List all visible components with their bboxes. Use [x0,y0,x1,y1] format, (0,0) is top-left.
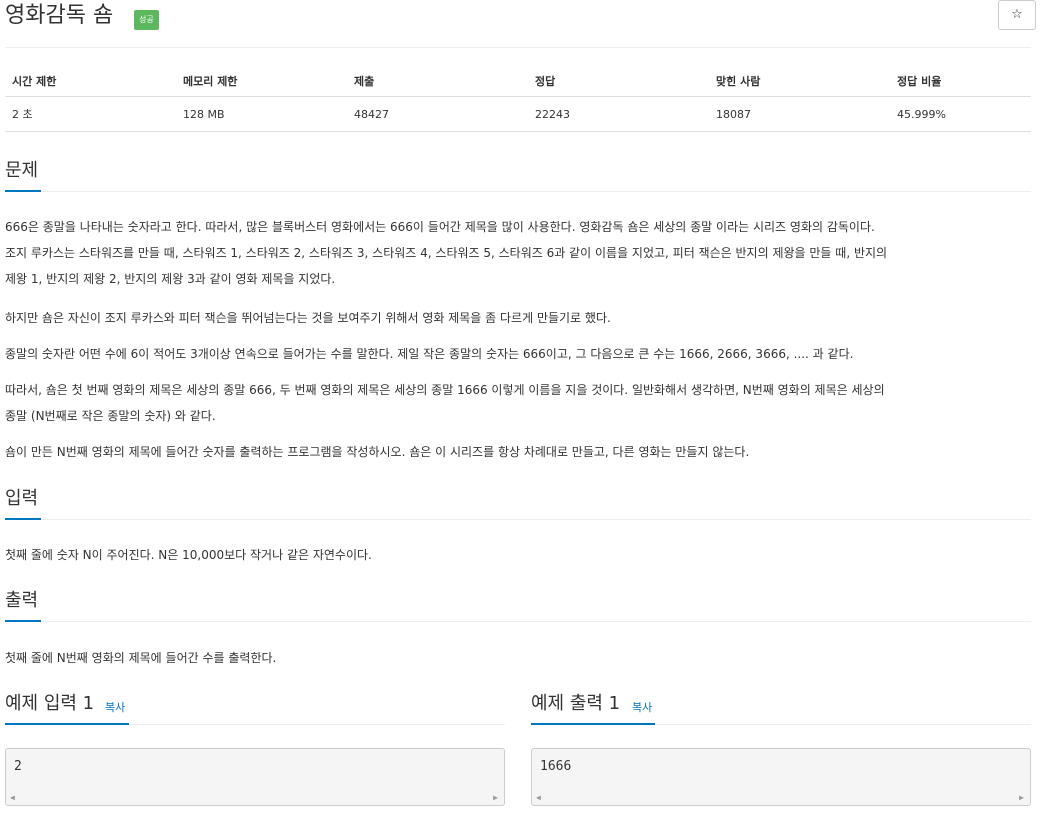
heading-underline [5,190,41,192]
output-heading: 출력 [5,589,1031,622]
memory-limit-value: 128 MB [176,96,347,132]
input-description: 첫째 줄에 숫자 N이 주어진다. N은 10,000보다 작거나 같은 자연수… [5,548,372,562]
horizontal-scrollbar[interactable]: ◀ ▶ [6,790,504,805]
input-heading: 입력 [5,487,1031,520]
col-solvers: 맞힌 사람 [709,66,890,97]
sample-output-section: 예제 출력 1 복사 1666 ◀ ▶ [531,690,1031,806]
accept-ratio-value: 45.999% [890,96,1031,132]
problem-line: 666은 종말을 나타내는 숫자라고 한다. 따라서, 많은 블록버스터 영화에… [5,220,875,234]
scroll-left-icon[interactable]: ◀ [536,793,541,802]
col-submissions: 제출 [347,66,528,97]
problem-line: 따라서, 숌은 첫 번째 영화의 제목은 세상의 종말 666, 두 번째 영화… [5,383,885,397]
horizontal-scrollbar[interactable]: ◀ ▶ [532,790,1030,805]
output-description: 첫째 줄에 N번째 영화의 제목에 들어간 수를 출력한다. [5,651,277,665]
problem-paragraph-5: 숌이 만든 N번째 영화의 제목에 들어간 숫자를 출력하는 프로그램을 작성하… [5,445,750,459]
sample-output-head: 예제 출력 1 복사 [531,690,1031,725]
star-button[interactable]: ☆ [998,0,1036,30]
scroll-left-icon[interactable]: ◀ [10,793,15,802]
problem-page: 영화감독 숌 성공 ☆ 시간 제한 메모리 제한 제출 정답 맞힌 사람 정답 … [5,0,1036,806]
problem-line: 제왕 1, 반지의 제왕 2, 반지의 제왕 3과 같이 영화 제목을 지었다. [5,272,336,286]
info-value-row: 2 초 128 MB 48427 22243 18087 45.999% [5,96,1031,132]
accepted-value: 22243 [528,96,709,132]
title-row: 영화감독 숌 성공 ☆ [5,0,1036,48]
problem-heading-text: 문제 [5,160,39,181]
col-memory-limit: 메모리 제한 [176,66,347,97]
status-badge: 성공 [134,10,159,30]
input-heading-text: 입력 [5,488,39,509]
col-accept-ratio: 정답 비율 [890,66,1031,97]
problem-description: 666은 종말을 나타내는 숫자라고 한다. 따라서, 많은 블록버스터 영화에… [5,214,1035,292]
col-accepted: 정답 [528,66,709,97]
problem-paragraph-2: 하지만 숌은 자신이 조지 루카스와 피터 잭슨을 뛰어넘는다는 것을 보여주기… [5,311,611,325]
output-heading-text: 출력 [5,590,39,611]
submissions-value: 48427 [347,96,528,132]
page-title: 영화감독 숌 [5,3,114,28]
sample-input-section: 예제 입력 1 복사 2 ◀ ▶ [5,690,505,806]
problem-info-table: 시간 제한 메모리 제한 제출 정답 맞힌 사람 정답 비율 2 초 128 M… [5,66,1031,132]
sample-output-box[interactable]: 1666 ◀ ▶ [531,748,1031,806]
heading-underline [531,723,655,725]
heading-underline [5,518,41,520]
scroll-right-icon[interactable]: ▶ [493,793,498,802]
problem-heading: 문제 [5,159,1031,192]
sample-input-heading: 예제 입력 1 [5,693,95,714]
time-limit-value: 2 초 [5,96,176,132]
sample-input-head: 예제 입력 1 복사 [5,690,505,725]
sample-output-heading: 예제 출력 1 [531,693,621,714]
solvers-value: 18087 [709,96,890,132]
heading-underline [5,620,41,622]
problem-paragraph-4: 따라서, 숌은 첫 번째 영화의 제목은 세상의 종말 666, 두 번째 영화… [5,377,1035,429]
copy-output-button[interactable]: 복사 [632,699,652,715]
sample-output-value: 1666 [540,759,572,774]
problem-line: 종말 (N번째로 작은 종말의 숫자) 와 같다. [5,409,216,423]
star-icon: ☆ [1011,7,1023,22]
problem-line: 조지 루카스는 스타워즈를 만들 때, 스타워즈 1, 스타워즈 2, 스타워즈… [5,246,888,260]
scroll-right-icon[interactable]: ▶ [1019,793,1024,802]
heading-underline [5,723,129,725]
col-time-limit: 시간 제한 [5,66,176,97]
copy-input-button[interactable]: 복사 [105,699,125,715]
problem-paragraph-3: 종말의 숫자란 어떤 수에 6이 적어도 3개이상 연속으로 들어가는 수를 말… [5,347,854,361]
info-header-row: 시간 제한 메모리 제한 제출 정답 맞힌 사람 정답 비율 [5,66,1031,97]
sample-input-value: 2 [14,759,22,774]
sample-input-box[interactable]: 2 ◀ ▶ [5,748,505,806]
